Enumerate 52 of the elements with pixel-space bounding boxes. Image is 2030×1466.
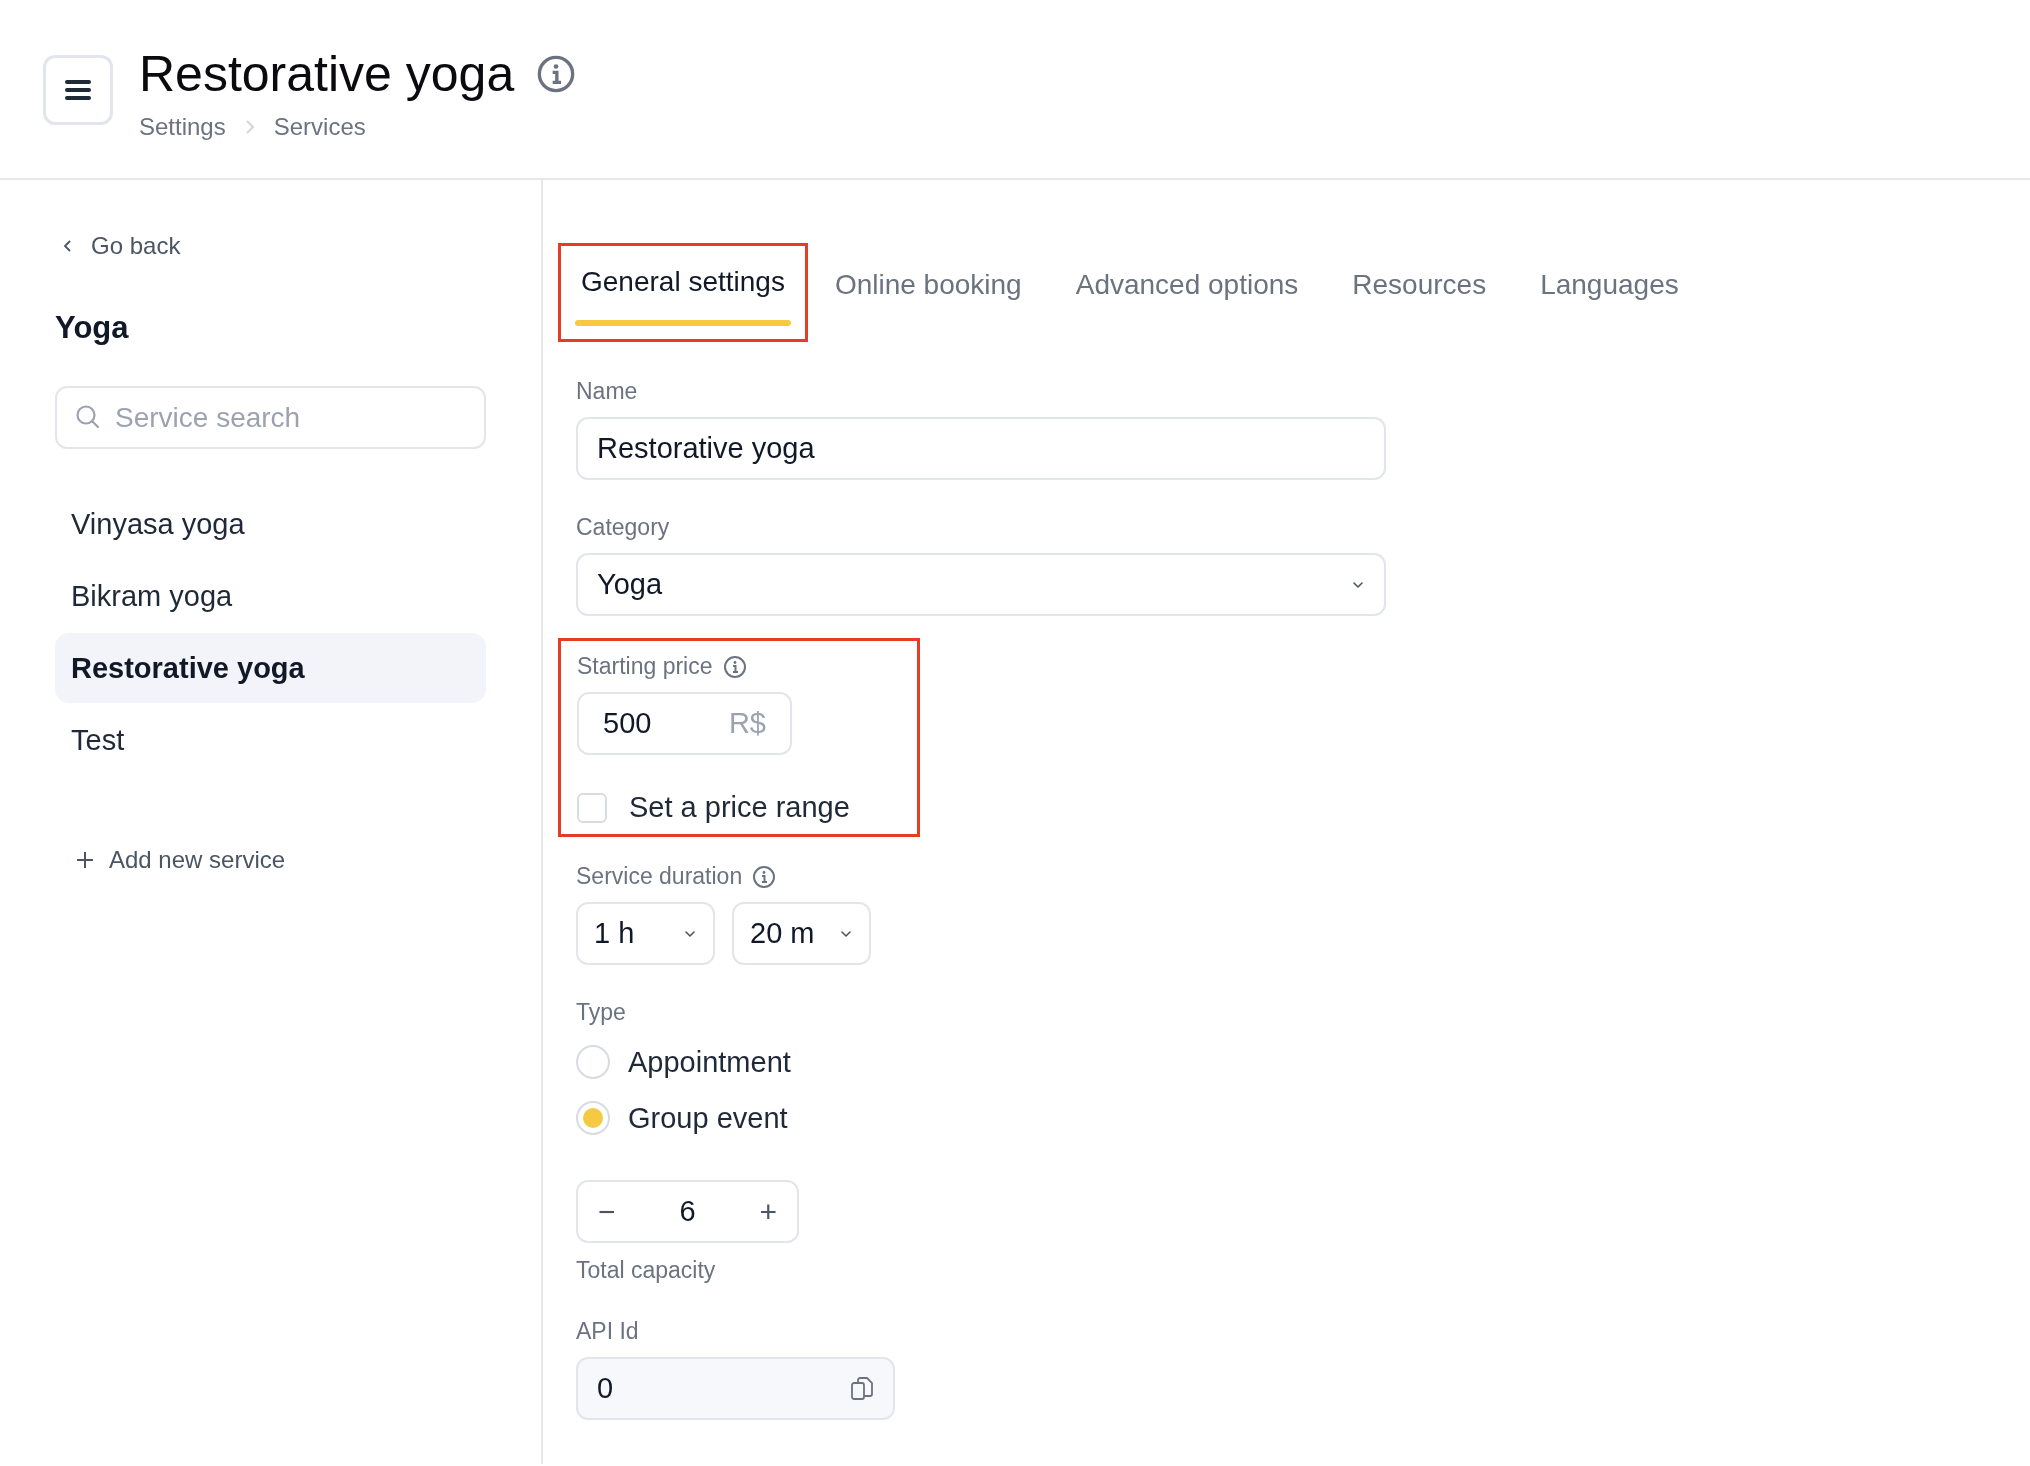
- menu-button[interactable]: [43, 55, 113, 125]
- chevron-left-icon: [63, 238, 73, 254]
- field-label: Name: [576, 378, 639, 405]
- field-label: Starting price: [577, 653, 713, 680]
- category-heading: Yoga: [55, 310, 130, 346]
- go-back-link[interactable]: Go back: [55, 232, 486, 260]
- decrement-button[interactable]: −: [586, 1194, 628, 1229]
- tab[interactable]: Languages: [1513, 243, 1706, 342]
- field-hint: Total capacity: [576, 1257, 717, 1284]
- breadcrumb-link[interactable]: Services: [273, 113, 366, 141]
- info-icon[interactable]: [752, 864, 777, 889]
- checkbox-label[interactable]: Set a price range: [629, 791, 850, 824]
- radio-button[interactable]: [576, 1101, 610, 1135]
- hours-select[interactable]: 1 h: [576, 902, 715, 965]
- info-icon[interactable]: [536, 54, 577, 94]
- minutes-select[interactable]: 20 m: [732, 902, 871, 965]
- breadcrumb-link[interactable]: Settings: [139, 113, 226, 141]
- field-label: Type: [576, 999, 627, 1026]
- service-item[interactable]: Bikram yoga: [55, 561, 486, 631]
- search-icon: [75, 404, 101, 430]
- go-back-label[interactable]: Go back: [91, 232, 181, 260]
- tab[interactable]: Online booking: [807, 243, 1049, 342]
- checkbox[interactable]: [577, 792, 607, 823]
- radio-label[interactable]: Group event: [628, 1101, 788, 1135]
- currency-label: R$: [728, 707, 766, 740]
- add-service-button[interactable]: Add new service: [55, 845, 486, 875]
- radio-button[interactable]: [576, 1045, 610, 1079]
- plus-icon: [75, 850, 95, 870]
- increment-button[interactable]: +: [747, 1194, 789, 1229]
- capacity-stepper[interactable]: − 6 +: [576, 1180, 799, 1243]
- price-value: 500: [603, 707, 652, 740]
- page-title: Restorative yoga: [139, 45, 515, 103]
- chevron-right-icon: [243, 118, 256, 136]
- search-field[interactable]: Service search: [55, 386, 486, 449]
- tab[interactable]: General settings: [558, 243, 808, 342]
- copy-icon[interactable]: [850, 1375, 874, 1402]
- service-item[interactable]: Restorative yoga: [55, 633, 486, 703]
- field-label: Category: [576, 514, 671, 541]
- tab[interactable]: Advanced options: [1048, 243, 1326, 342]
- radio-label[interactable]: Appointment: [628, 1045, 791, 1079]
- menu-icon: [65, 79, 91, 101]
- field-label: API Id: [576, 1318, 640, 1345]
- category-select[interactable]: Yoga: [576, 553, 1386, 616]
- service-item[interactable]: Vinyasa yoga: [55, 489, 486, 559]
- name-input[interactable]: Restorative yoga: [576, 417, 1386, 480]
- tab[interactable]: Resources: [1325, 243, 1514, 342]
- price-input[interactable]: 500 R$: [577, 692, 792, 755]
- info-icon[interactable]: [722, 654, 747, 679]
- capacity-value: 6: [679, 1195, 696, 1228]
- field-label: Service duration: [576, 863, 743, 890]
- service-item[interactable]: Test: [55, 705, 486, 775]
- api-id-field: 0: [576, 1357, 895, 1420]
